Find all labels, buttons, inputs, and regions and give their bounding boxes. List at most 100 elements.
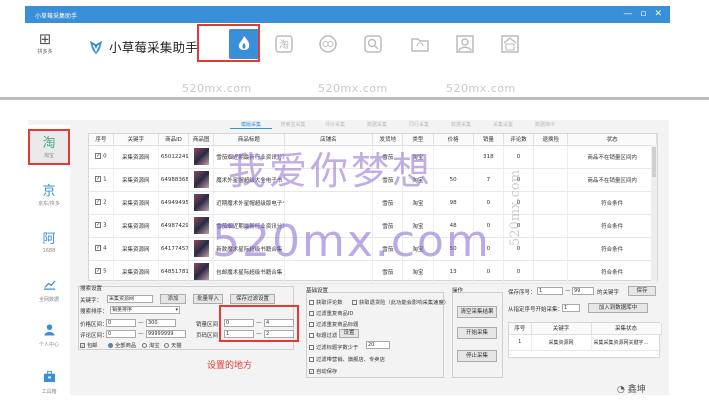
page-min-input[interactable]: 1 — [224, 330, 254, 338]
column-header[interactable]: 状态 — [567, 134, 657, 146]
table-row[interactable]: 1 采集资源网 采集采集资源网关键字... — [509, 334, 662, 351]
checkbox-label: 获取退货险（此功能会影响采集速度） — [359, 300, 450, 306]
taobao-radio[interactable]: 淘宝 — [142, 341, 160, 349]
column-header[interactable]: 销量 — [473, 134, 504, 146]
subtab[interactable]: 采集设置 — [482, 121, 524, 129]
close-button[interactable]: ✕ — [654, 9, 662, 19]
tao-tool-button[interactable]: 淘 — [269, 29, 299, 59]
product-thumbnail[interactable] — [193, 240, 209, 257]
search-tool-button[interactable] — [358, 29, 388, 59]
subtab[interactable]: 数据采集 — [356, 121, 398, 129]
row-checkbox[interactable]: ✓ — [95, 222, 102, 229]
dedupe-title-checkbox[interactable]: 过滤重复商品标题 — [309, 320, 358, 328]
user-tool-button[interactable] — [450, 29, 480, 59]
row-index-text: 5 — [103, 268, 107, 275]
sales-min-input[interactable]: 0 — [224, 319, 254, 327]
page-max-input[interactable]: 2 — [264, 330, 294, 338]
row-checkbox[interactable]: ✓ — [95, 245, 102, 252]
taobao-tool-button[interactable] — [229, 29, 259, 59]
maximize-button[interactable]: ▫ — [640, 9, 646, 19]
all-goods-radio[interactable]: 全部商品 — [108, 341, 136, 349]
batch-import-button[interactable]: 批量导入 — [193, 294, 223, 304]
sales-max-input[interactable]: 4 — [264, 319, 294, 327]
sidebar-item-toolbox[interactable]: 工具箱 — [28, 370, 70, 395]
row-checkbox[interactable]: ✓ — [95, 153, 102, 160]
sidebar-item-profile[interactable]: 个人中心 — [28, 323, 70, 348]
row-product-id: 641774571 — [158, 237, 190, 261]
minimize-button[interactable]: — — [623, 9, 632, 19]
column-header[interactable]: 价格 — [433, 134, 474, 146]
save-to-input[interactable]: 99 — [572, 287, 594, 295]
row-index-text: 4 — [103, 245, 107, 252]
chevron-down-icon: ▾ — [175, 307, 178, 313]
sidebar-item-jd[interactable]: 京 京东/拼多 — [28, 185, 70, 208]
site-watermark: 520mx.com — [182, 82, 252, 95]
subtab[interactable]: 数据采集 — [440, 121, 482, 129]
subtab[interactable]: 评价采集 — [314, 121, 356, 129]
min-title-length-input[interactable]: 20 — [366, 341, 390, 349]
sort-select[interactable]: 销量排序 ▾ — [110, 306, 180, 314]
row-checkbox[interactable]: ✓ — [95, 268, 102, 275]
sidebar-item-label: 工具箱 — [41, 389, 57, 395]
restart-label: 从指定序号开始采集： — [508, 307, 564, 313]
product-thumbnail[interactable] — [193, 194, 209, 211]
return-insurance-checkbox[interactable]: 获取退货险（此功能会影响采集速度） — [352, 298, 449, 306]
column-header[interactable]: 商品图 — [188, 134, 215, 146]
column-header[interactable]: 序号 — [89, 134, 114, 146]
tmall-radio[interactable]: 天猫 — [164, 341, 182, 349]
row-sales: 318 — [473, 145, 504, 169]
strawberry-logo-icon — [89, 40, 103, 54]
row-checkbox[interactable]: ✓ — [95, 176, 102, 183]
apps-button[interactable]: ⊞ 拼多多 — [32, 32, 58, 56]
auto-save-checkbox[interactable]: ✓ 自动保存 — [309, 367, 337, 375]
title-filter-checkbox[interactable]: 标题过滤 — [309, 331, 337, 339]
row-product-id: 648517813 — [158, 260, 190, 284]
sidebar-item-data[interactable]: 全网数据 — [28, 278, 70, 303]
keyword-input[interactable]: 采集资源网 — [107, 295, 153, 303]
price-max-input[interactable]: 300 — [146, 319, 176, 327]
column-header[interactable]: 商品ID — [158, 134, 190, 146]
stop-collect-button[interactable]: 停止采集 — [457, 350, 497, 362]
refresh-tool-button[interactable] — [405, 29, 435, 59]
comment-min-input[interactable]: 0 — [106, 330, 136, 338]
shop-tool-button[interactable] — [495, 29, 525, 59]
column-header[interactable]: 退换险 — [533, 134, 569, 146]
grid-scrollbar[interactable] — [651, 145, 657, 281]
min-title-length-checkbox[interactable]: 过滤标题字数少于 — [309, 343, 358, 351]
marketing-filter-checkbox[interactable]: 过滤带营销、旗舰店、专卖店 — [309, 355, 385, 363]
product-thumbnail[interactable] — [193, 263, 209, 280]
free-shipping-checkbox[interactable]: ✓ 包邮 — [80, 341, 98, 349]
save-filter-button[interactable]: 保存过滤设置 — [230, 294, 275, 304]
subtab[interactable]: 搜索宝采集 — [272, 121, 314, 129]
comment-count-checkbox[interactable]: 获取评论数 — [309, 298, 343, 306]
dedupe-id-checkbox[interactable]: 过滤重复商品ID — [309, 309, 353, 317]
product-thumbnail[interactable] — [193, 171, 209, 188]
comment-max-input[interactable]: 99999999 — [146, 330, 186, 338]
save-from-input[interactable]: 1 — [537, 287, 563, 295]
product-thumbnail[interactable] — [193, 148, 209, 165]
save-button[interactable]: 保存 — [628, 286, 656, 296]
add-keyword-button[interactable]: 添加 — [160, 294, 186, 304]
scroll-thumb[interactable] — [652, 147, 656, 177]
clear-results-button[interactable]: 清空采集结果 — [457, 306, 497, 318]
aliexpress-tool-button[interactable] — [313, 29, 343, 59]
restart-index-input[interactable]: 1 — [562, 304, 580, 312]
add-to-database-button[interactable]: 加入到数据库中 — [588, 303, 648, 313]
subtab[interactable]: 数据库中 — [524, 121, 566, 129]
column-header[interactable]: 关键字 — [113, 134, 159, 146]
apps-label: 拼多多 — [37, 49, 53, 55]
start-collect-button[interactable]: 开始采集 — [457, 327, 497, 339]
title-filter-settings-button[interactable]: 设置 — [339, 329, 359, 338]
product-thumbnail[interactable] — [193, 217, 209, 234]
sidebar: 淘 淘宝 京 京东/拼多 阿 1688 全网数据 个人中心 工具箱 — [28, 125, 70, 395]
sidebar-item-1688[interactable]: 阿 1688 — [28, 233, 70, 255]
column-header[interactable]: 评论数 — [503, 134, 535, 146]
price-min-input[interactable]: 0 — [106, 319, 136, 327]
sidebar-item-taobao[interactable]: 淘 淘宝 — [28, 129, 70, 165]
row-checkbox[interactable]: ✓ — [95, 199, 102, 206]
row-status: 符合条件 — [567, 214, 657, 238]
sales-range-label: 销量区间： — [196, 322, 224, 328]
subtab[interactable]: 同行采集 — [398, 121, 440, 129]
subtab[interactable]: 模版采集 — [230, 121, 272, 129]
sidebar-item-label: 1688 — [42, 248, 56, 254]
